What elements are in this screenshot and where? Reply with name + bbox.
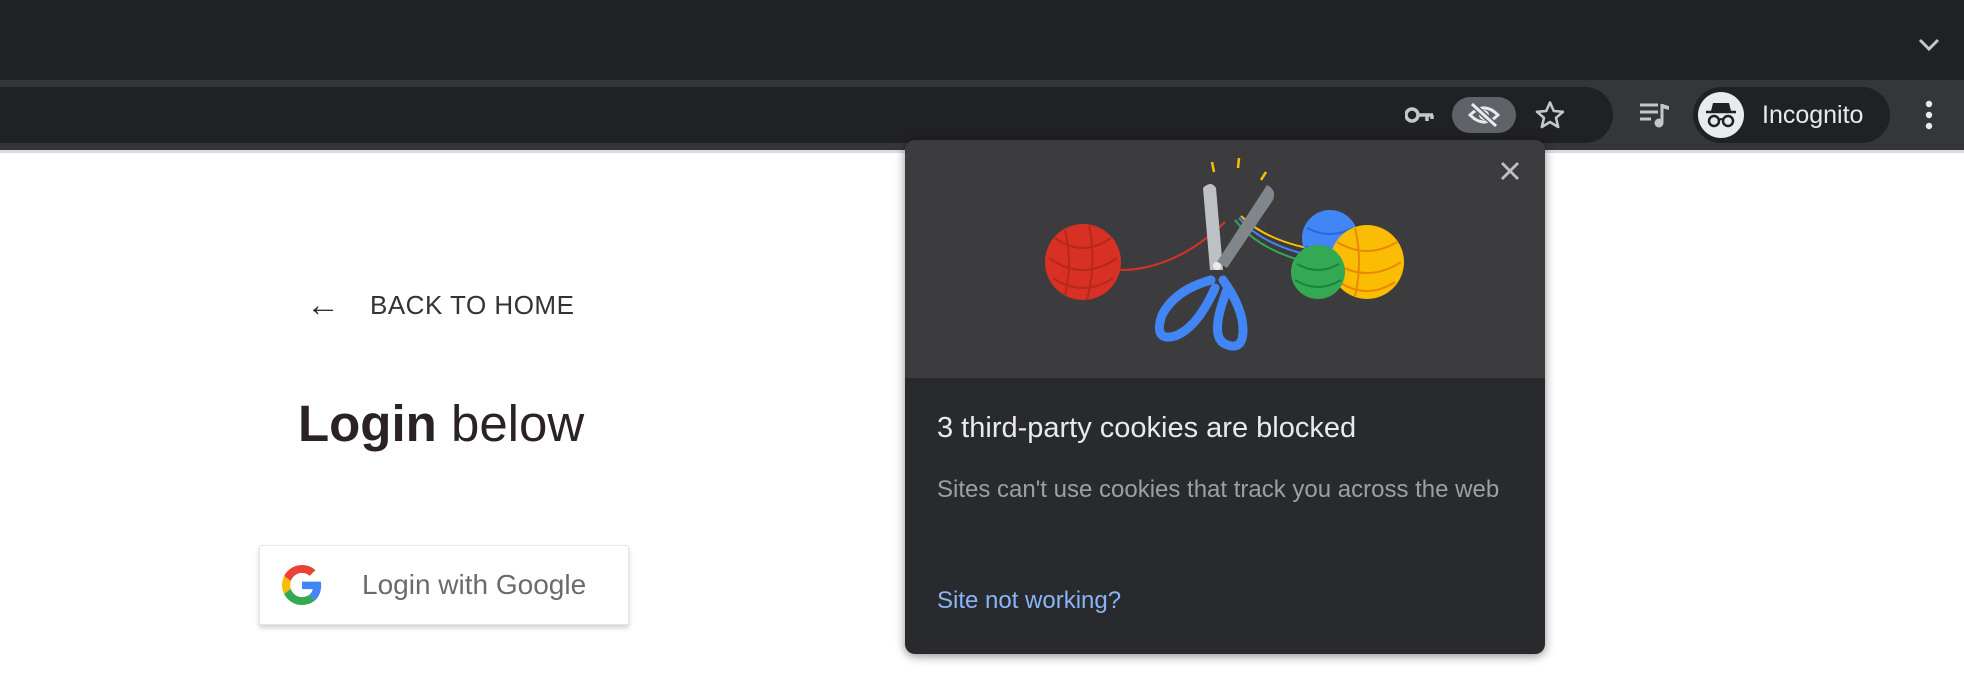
site-not-working-link[interactable]: Site not working? bbox=[937, 587, 1121, 615]
tab-search-button[interactable] bbox=[1914, 30, 1944, 60]
arrow-left-icon: ← bbox=[306, 286, 340, 324]
media-controls-button[interactable] bbox=[1636, 97, 1674, 133]
media-queue-icon bbox=[1640, 103, 1669, 128]
close-bubble-button[interactable] bbox=[1493, 154, 1527, 188]
close-icon bbox=[1501, 162, 1519, 180]
google-logo-icon bbox=[282, 565, 322, 605]
incognito-label: Incognito bbox=[1762, 100, 1864, 129]
cookies-blocked-title: 3 third-party cookies are blocked bbox=[937, 412, 1357, 444]
scissors-cutting-yarn-illustration bbox=[1045, 157, 1404, 351]
browser-menu-button[interactable] bbox=[1910, 97, 1948, 133]
chevron-down-icon bbox=[1918, 38, 1940, 52]
yarn-scissors-illustration bbox=[905, 140, 1545, 378]
page-title-bold: Login bbox=[298, 395, 437, 452]
back-to-home-link[interactable]: ← BACK TO HOME bbox=[306, 288, 574, 322]
address-bar[interactable] bbox=[0, 87, 1613, 143]
incognito-icon bbox=[1706, 103, 1736, 128]
login-with-google-label: Login with Google bbox=[362, 569, 587, 600]
incognito-profile-button[interactable]: Incognito bbox=[1693, 87, 1890, 143]
login-with-google-button[interactable]: Login with Google bbox=[259, 545, 629, 625]
password-manager-button[interactable] bbox=[1392, 97, 1448, 133]
eye-off-icon bbox=[1467, 101, 1501, 129]
more-vert-icon bbox=[1925, 100, 1933, 130]
tab-strip bbox=[0, 0, 1964, 80]
star-icon bbox=[1535, 101, 1565, 129]
third-party-cookies-bubble: 3 third-party cookies are blocked Sites … bbox=[905, 140, 1545, 654]
page-title: Login below bbox=[298, 394, 584, 453]
page-title-rest: below bbox=[436, 395, 585, 452]
incognito-avatar bbox=[1698, 92, 1744, 138]
third-party-cookies-button[interactable] bbox=[1452, 97, 1516, 133]
bookmark-button[interactable] bbox=[1522, 97, 1578, 133]
key-icon bbox=[1405, 107, 1434, 123]
back-to-home-label: BACK TO HOME bbox=[370, 289, 575, 320]
cookies-blocked-description: Sites can't use cookies that track you a… bbox=[937, 476, 1500, 503]
